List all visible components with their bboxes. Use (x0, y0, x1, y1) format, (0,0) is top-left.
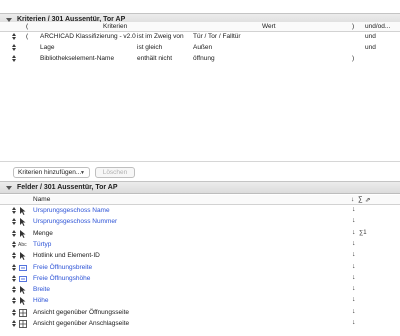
col-and-or[interactable]: und/od... (365, 23, 390, 30)
dimension-icon (19, 264, 27, 272)
sort-arrow-icon[interactable]: ↓ (352, 251, 356, 258)
field-label[interactable]: Ansicht gegenüber Öffnungsseite (33, 309, 129, 316)
col-name[interactable]: Name (33, 196, 50, 203)
sort-arrow-icon[interactable]: ↓ (352, 217, 356, 224)
criteria-operator[interactable]: ist im Zweig von (137, 33, 184, 40)
drag-handle-icon[interactable] (12, 240, 16, 248)
field-label[interactable]: Ursprungsgeschoss Name (33, 207, 110, 214)
criteria-value[interactable]: öffnung (193, 55, 215, 62)
drag-handle-icon[interactable] (12, 286, 16, 294)
col-criteria[interactable]: Kriterien (103, 23, 127, 30)
field-row[interactable]: Freie Öffnungsbreite ↓ (0, 262, 400, 273)
col-value[interactable]: Wert (262, 23, 276, 30)
field-row[interactable]: Ansicht gegenüber Öffnungsseite ↓ (0, 307, 400, 318)
sort-arrow-icon[interactable]: ↓ (352, 240, 356, 247)
cursor-arrow-icon (19, 218, 27, 227)
field-row[interactable]: Menge ↓ ∑1 (0, 228, 400, 239)
cursor-arrow-icon (19, 286, 27, 295)
criteria-list-empty-area (0, 65, 400, 160)
sort-arrow-icon[interactable]: ↓ (352, 206, 356, 213)
drag-handle-icon[interactable] (12, 207, 16, 214)
drag-handle-icon[interactable] (12, 218, 16, 226)
criteria-row[interactable]: ( ARCHICAD Klassifizierung - v2.0 ist im… (0, 31, 400, 42)
field-row[interactable]: Hotlink und Element-ID ↓ (0, 250, 400, 261)
field-row[interactable]: Ansicht gegenüber Anschlagseite ↓ (0, 318, 400, 329)
grid-view-icon (19, 320, 27, 328)
field-row[interactable]: Freie Öffnungshöhe ↓ (0, 273, 400, 284)
field-row[interactable]: Breite ↓ (0, 284, 400, 295)
criteria-name[interactable]: Lage (40, 44, 54, 51)
drag-handle-icon[interactable] (12, 297, 16, 305)
cursor-arrow-icon (19, 297, 27, 306)
abc-text-icon: Abc (18, 241, 27, 248)
criteria-operator[interactable]: enthält nicht (137, 55, 172, 62)
criteria-operator[interactable]: ist gleich (137, 44, 162, 51)
criteria-value[interactable]: Tür / Tor / Falltür (193, 33, 241, 40)
drag-handle-icon[interactable] (12, 308, 16, 316)
drag-handle-icon[interactable] (12, 44, 16, 51)
sort-arrow-icon[interactable]: ↓ (352, 319, 356, 326)
collapse-triangle-icon[interactable] (6, 17, 12, 22)
field-row[interactable]: Ursprungsgeschoss Name ↓ (0, 205, 400, 216)
sum-indicator[interactable]: ∑1 (359, 230, 367, 236)
fields-column-header: Name ↓ ∑ ⇗ (0, 195, 400, 205)
fields-section-title: Felder / 301 Aussentür, Tor AP (17, 184, 118, 191)
field-label[interactable]: Ansicht gegenüber Anschlagseite (33, 320, 129, 327)
drag-handle-icon[interactable] (12, 274, 16, 282)
col-sum[interactable]: ∑ (358, 196, 363, 203)
field-label[interactable]: Hotlink und Element-ID (33, 252, 100, 259)
field-label[interactable]: Ursprungsgeschoss Nummer (33, 218, 117, 225)
add-criteria-button[interactable]: Kriterien hinzufügen... ▼ (13, 167, 90, 178)
criteria-open-paren[interactable]: ( (26, 33, 28, 40)
drag-handle-icon[interactable] (12, 229, 16, 237)
field-row[interactable]: Höhe ↓ (0, 295, 400, 306)
sort-arrow-icon[interactable]: ↓ (352, 296, 356, 303)
grid-view-icon (19, 308, 27, 317)
add-criteria-label: Kriterien hinzufügen... (18, 169, 82, 176)
field-row[interactable]: Abc Türtyp ↓ (0, 239, 400, 250)
field-label[interactable]: Freie Öffnungsbreite (33, 264, 92, 271)
field-label[interactable]: Höhe (33, 297, 49, 304)
col-open-paren: ( (26, 23, 29, 30)
field-label[interactable]: Menge (33, 230, 53, 237)
col-link[interactable]: ⇗ (365, 196, 370, 204)
criteria-name[interactable]: Bibliothekselement-Name (40, 55, 114, 62)
divider (0, 161, 400, 162)
sort-arrow-icon[interactable]: ↓ (352, 274, 356, 281)
drag-handle-icon[interactable] (12, 320, 16, 327)
dimension-icon (19, 275, 27, 283)
fields-section-header[interactable]: Felder / 301 Aussentür, Tor AP (0, 181, 400, 194)
sort-arrow-icon[interactable]: ↓ (352, 308, 356, 315)
criteria-row[interactable]: Lage ist gleich Außen und (0, 42, 400, 53)
sort-arrow-icon[interactable]: ↓ (352, 229, 356, 236)
criteria-row[interactable]: Bibliothekselement-Name enthält nicht öf… (0, 53, 400, 64)
chevron-down-icon: ▼ (80, 170, 85, 176)
drag-handle-icon[interactable] (12, 55, 16, 62)
drag-handle-icon[interactable] (12, 263, 16, 271)
field-label[interactable]: Breite (33, 286, 50, 293)
cursor-arrow-icon (19, 207, 27, 215)
sort-arrow-icon[interactable]: ↓ (352, 263, 356, 270)
drag-handle-icon[interactable] (12, 252, 16, 260)
col-close-paren: ) (352, 23, 355, 30)
drag-handle-icon[interactable] (12, 33, 16, 40)
criteria-close-paren[interactable]: ) (352, 55, 354, 62)
field-label[interactable]: Türtyp (33, 241, 51, 248)
sort-arrow-icon[interactable]: ↓ (352, 285, 356, 292)
criteria-and-or[interactable]: und (365, 44, 376, 51)
criteria-name[interactable]: ARCHICAD Klassifizierung - v2.0 (40, 33, 136, 40)
criteria-and-or[interactable]: und (365, 33, 376, 40)
col-sort[interactable]: ↓ (351, 196, 354, 203)
field-row[interactable]: Ursprungsgeschoss Nummer ↓ (0, 216, 400, 227)
field-label[interactable]: Freie Öffnungshöhe (33, 275, 90, 282)
delete-label: Löschen (102, 169, 128, 176)
collapse-triangle-icon[interactable] (6, 185, 12, 190)
criteria-value[interactable]: Außen (193, 44, 212, 51)
delete-button[interactable]: Löschen (95, 167, 135, 178)
cursor-arrow-icon (19, 252, 27, 261)
cursor-arrow-icon (19, 229, 27, 238)
